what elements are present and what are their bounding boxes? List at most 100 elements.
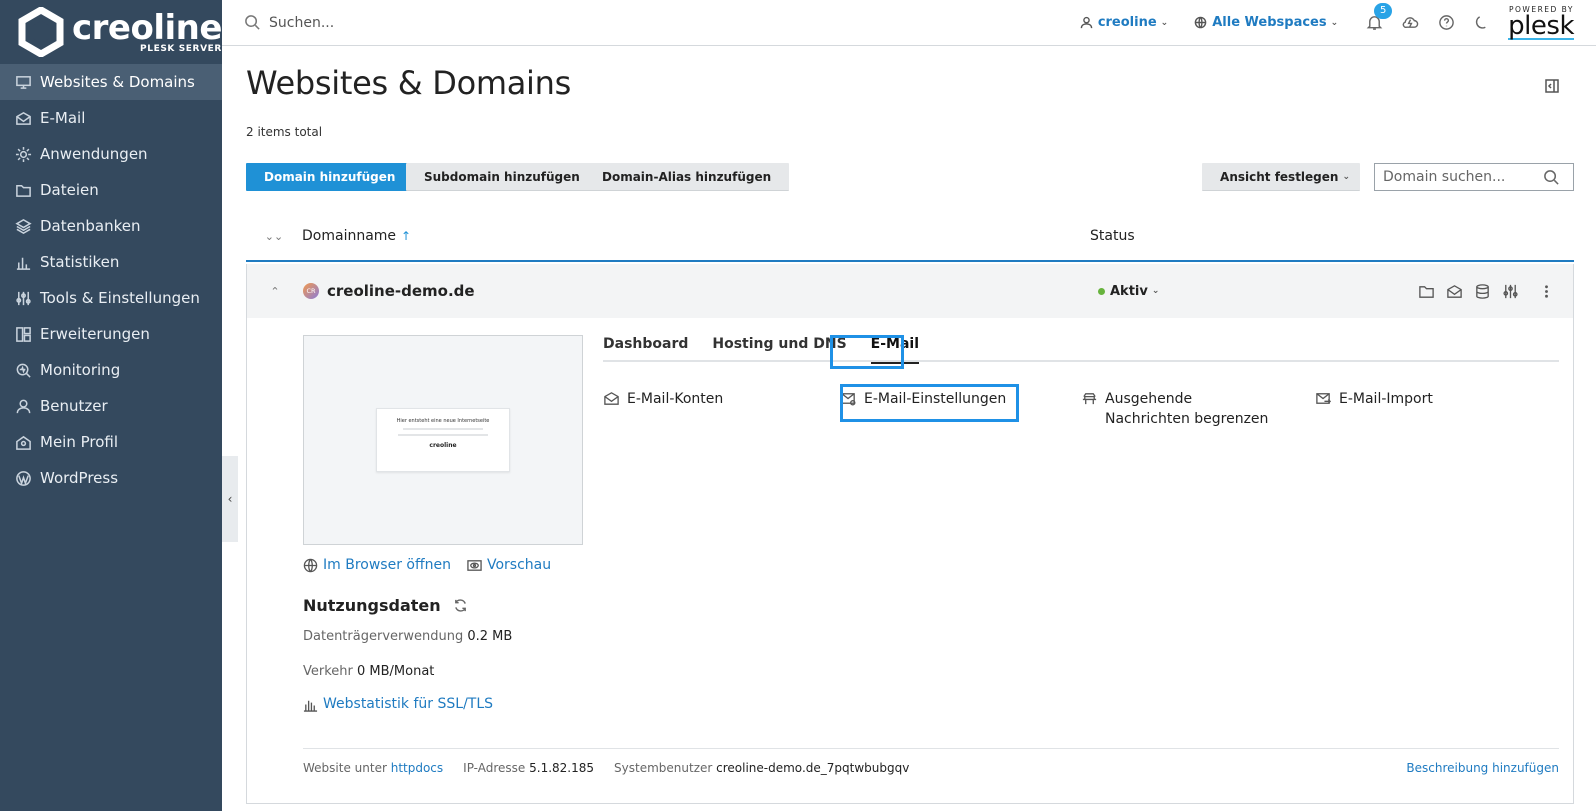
tab-hosting-dns[interactable]: Hosting und DNS — [712, 336, 846, 362]
email-accounts-action[interactable]: E-Mail-Konten — [603, 389, 723, 409]
domain-status-label: Aktiv — [1110, 283, 1148, 299]
domain-card: ⌃ CR creoline-demo.de Aktiv ⌄ Hier entst… — [246, 264, 1574, 804]
webstat-ssl-label: Webstatistik für SSL/TLS — [323, 696, 494, 712]
system-user: Systembenutzer creoline-demo.de_7pqtwbub… — [614, 761, 909, 775]
globe-icon — [1194, 16, 1207, 29]
preview-title: Hier entsteht eine neue Internetseite — [396, 418, 490, 424]
preview-card: Hier entsteht eine neue Internetseite cr… — [376, 408, 510, 472]
toolbar: Domain hinzufügen Subdomain hinzufügen D… — [246, 163, 1574, 191]
notifications-badge: 5 — [1374, 2, 1393, 19]
mail-action[interactable] — [1445, 282, 1463, 300]
chevron-down-icon: ⌄ — [1151, 286, 1160, 296]
ip-address: IP-Adresse 5.1.82.185 — [463, 761, 594, 775]
preview-text-line — [398, 434, 488, 436]
domain-card-footer: Website unter httpdocs IP-Adresse 5.1.82… — [303, 748, 1559, 786]
user-menu[interactable]: creoline ⌄ — [1080, 15, 1168, 30]
notifications-button[interactable]: 5 — [1364, 2, 1393, 33]
sidebar-item-label: Erweiterungen — [40, 325, 150, 343]
collapse-domain-toggle[interactable]: ⌃ — [247, 285, 303, 298]
global-search — [244, 14, 644, 31]
sidebar-item-erweiterungen[interactable]: Erweiterungen — [0, 316, 222, 352]
gear-icon — [14, 145, 32, 163]
cloud-button[interactable] — [1400, 13, 1420, 33]
add-subdomain-button[interactable]: Subdomain hinzufügen — [406, 163, 598, 191]
disk-usage-label: Datenträgerverwendung — [303, 629, 464, 644]
mail-open-icon — [604, 392, 619, 405]
website-location: Website unter httpdocs — [303, 761, 443, 775]
domain-name-link[interactable]: creoline-demo.de — [327, 282, 475, 300]
add-description-link[interactable]: Beschreibung hinzufügen — [1406, 761, 1559, 775]
sidebar-item-dateien[interactable]: Dateien — [0, 172, 222, 208]
sidebar-item-tools[interactable]: Tools & Einstellungen — [0, 280, 222, 316]
website-preview-thumbnail[interactable]: Hier entsteht eine neue Internetseite cr… — [303, 335, 583, 545]
sort-ascending-icon: ↑ — [401, 229, 412, 243]
bar-chart-icon — [14, 253, 32, 271]
dark-mode-toggle[interactable] — [1472, 13, 1492, 33]
creoline-logo-icon — [18, 7, 64, 57]
column-domain-name-label: Domainname — [302, 228, 397, 244]
open-in-browser-label: Im Browser öffnen — [323, 557, 451, 573]
chevron-down-icon: ⌄ — [1160, 17, 1169, 28]
profile-icon — [14, 433, 32, 451]
sliders-icon — [14, 289, 32, 307]
limit-outgoing-messages-action[interactable]: Ausgehende Nachrichten begrenzen — [1081, 389, 1281, 429]
email-import-label: E-Mail-Import — [1339, 391, 1433, 407]
sidebar-item-benutzer[interactable]: Benutzer — [0, 388, 222, 424]
more-actions-button[interactable] — [1537, 282, 1555, 300]
sidebar-item-label: Anwendungen — [40, 145, 148, 163]
preview-link[interactable]: Vorschau — [467, 557, 551, 573]
sidebar-item-label: Mein Profil — [40, 433, 119, 451]
ip-address-label: IP-Adresse — [463, 760, 526, 775]
add-domain-alias-button[interactable]: Domain-Alias hinzufügen — [584, 163, 790, 191]
expand-all-toggle[interactable]: ⌄⌄ — [246, 230, 302, 243]
sidebar-item-monitoring[interactable]: Monitoring — [0, 352, 222, 388]
items-total: 2 items total — [246, 125, 323, 139]
website-location-label: Website unter — [303, 760, 387, 775]
side-panel-toggle[interactable] — [1544, 78, 1560, 94]
sidebar-item-statistiken[interactable]: Statistiken — [0, 244, 222, 280]
chevron-down-icon: ⌄ — [1342, 171, 1350, 182]
logo[interactable]: creoline PLESK SERVER — [0, 0, 222, 64]
refresh-icon[interactable] — [453, 598, 468, 613]
global-search-input[interactable] — [269, 14, 569, 31]
help-button[interactable] — [1436, 13, 1456, 33]
user-icon — [1080, 16, 1093, 29]
databases-action[interactable] — [1473, 282, 1491, 300]
domain-search-input[interactable] — [1375, 169, 1543, 185]
email-import-action[interactable]: E-Mail-Import — [1315, 389, 1433, 409]
sidebar-item-label: Datenbanken — [40, 217, 141, 235]
bar-chart-icon — [303, 700, 318, 712]
tab-dashboard[interactable]: Dashboard — [603, 336, 688, 362]
sidebar-item-wordpress[interactable]: WordPress — [0, 460, 222, 496]
grid-icon — [14, 325, 32, 343]
limit-outgoing-label: Ausgehende Nachrichten begrenzen — [1105, 391, 1269, 427]
search-icon[interactable] — [1543, 169, 1560, 186]
page-title: Websites & Domains — [246, 64, 571, 102]
folder-icon — [14, 181, 32, 199]
add-domain-button[interactable]: Domain hinzufügen — [246, 163, 414, 191]
preview-logo: creoline — [429, 442, 457, 449]
settings-action[interactable] — [1501, 282, 1519, 300]
sidebar-collapse-handle[interactable]: ‹ — [222, 456, 238, 542]
webspaces-menu[interactable]: Alle Webspaces ⌄ — [1194, 15, 1338, 30]
sliders-icon — [1502, 284, 1518, 298]
domain-tabs: Dashboard Hosting und DNS E-Mail — [603, 336, 1559, 364]
status-active-dot — [1098, 287, 1105, 295]
column-domain-name[interactable]: Domainname ↑ — [302, 228, 411, 244]
webstat-ssl-link[interactable]: Webstatistik für SSL/TLS — [303, 696, 493, 712]
view-settings-button[interactable]: Ansicht festlegen ⌄ — [1202, 163, 1360, 191]
open-in-browser-link[interactable]: Im Browser öffnen — [303, 557, 451, 573]
domain-status-dropdown[interactable]: Aktiv ⌄ — [1098, 284, 1159, 299]
sidebar-item-websites-domains[interactable]: Websites & Domains — [0, 64, 222, 100]
plesk-logo-text: plesk — [1508, 11, 1574, 41]
sidebar-item-anwendungen[interactable]: Anwendungen — [0, 136, 222, 172]
sidebar-item-email[interactable]: E-Mail — [0, 100, 222, 136]
sidebar-item-datenbanken[interactable]: Datenbanken — [0, 208, 222, 244]
sidebar-item-mein-profil[interactable]: Mein Profil — [0, 424, 222, 460]
sidebar-item-label: E-Mail — [40, 109, 86, 127]
httpdocs-link[interactable]: httpdocs — [391, 761, 443, 775]
files-action[interactable] — [1417, 282, 1435, 300]
domain-search — [1374, 163, 1574, 191]
sidebar-item-label: Benutzer — [40, 397, 108, 415]
logo-subtitle: PLESK SERVER — [140, 44, 222, 54]
